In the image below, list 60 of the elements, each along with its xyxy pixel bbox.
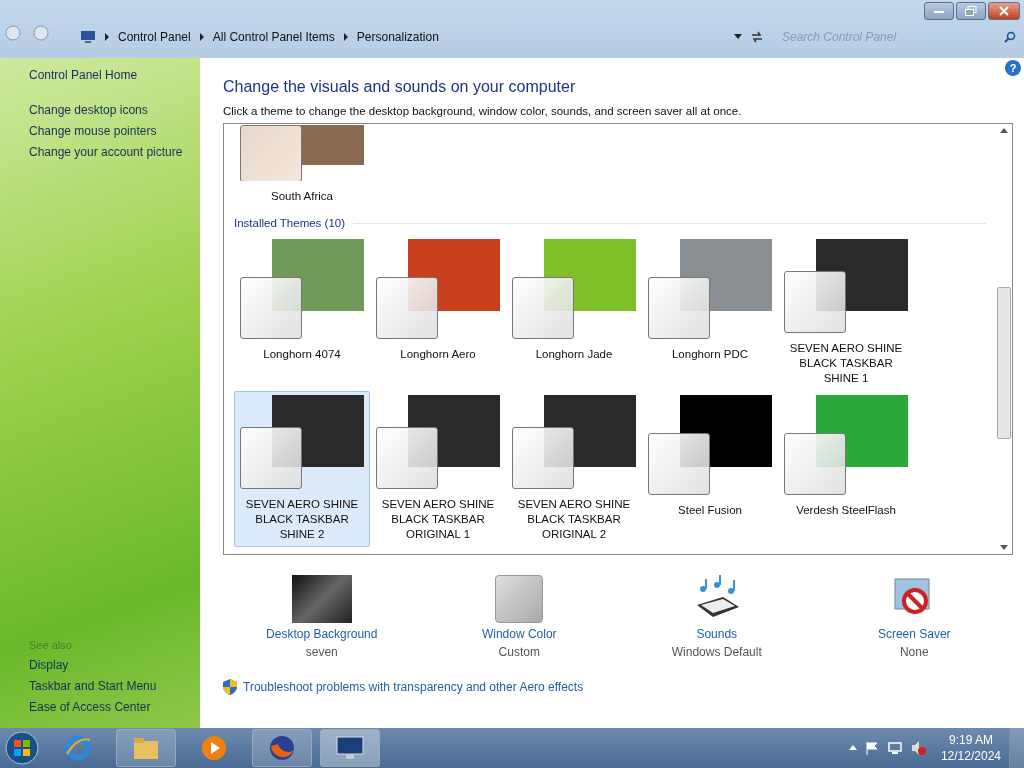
setting-link[interactable]: Desktop Background [266, 627, 378, 641]
setting-link[interactable]: Window Color [481, 627, 557, 641]
theme-tile[interactable]: SEVEN AERO SHINE BLACK TASKBAR ORIGINAL 1 [370, 391, 506, 547]
setting-value: seven [305, 645, 338, 659]
theme-tile[interactable]: South Africa [234, 124, 370, 209]
tray-arrow-icon[interactable] [848, 745, 857, 751]
group-heading: Installed Themes (10) [234, 217, 345, 229]
sidebar-link[interactable]: Change desktop icons [29, 103, 200, 117]
scroll-down-icon[interactable] [1000, 545, 1008, 550]
control-panel-home-link[interactable]: Control Panel Home [29, 68, 200, 82]
dropdown-icon[interactable] [734, 34, 742, 40]
setting-value: None [899, 645, 929, 659]
theme-tile[interactable]: Longhorn 4074 [234, 235, 370, 391]
refresh-icon[interactable] [750, 30, 764, 44]
theme-tile[interactable]: SEVEN AERO SHINE BLACK TASKBAR SHINE 2 [234, 391, 370, 547]
window-color-swatch[interactable] [495, 575, 544, 623]
theme-tile[interactable]: SEVEN AERO SHINE BLACK TASKBAR ORIGINAL 2 [506, 391, 642, 547]
flag-icon[interactable] [864, 741, 879, 755]
theme-tile[interactable]: Longhorn PDC [642, 235, 778, 391]
theme-tile[interactable]: Longhorn Jade [506, 235, 642, 391]
chevron-icon [198, 33, 205, 41]
close-icon [998, 6, 1010, 16]
page-title: Change the visuals and sounds on your computer [223, 78, 577, 96]
sidebar-link[interactable]: Ease of Access Center [29, 700, 200, 714]
monitor-icon [80, 30, 96, 44]
see-also-heading: See also [29, 639, 73, 651]
minimize-icon [933, 8, 945, 14]
theme-tile[interactable]: Verdesh SteelFlash [778, 391, 914, 547]
restore-icon [965, 6, 977, 16]
theme-tile[interactable]: Longhorn Aero [370, 235, 506, 391]
theme-tile[interactable]: Steel Fusion [642, 391, 778, 547]
chevron-icon [342, 33, 349, 41]
start-button[interactable] [4, 730, 40, 766]
chevron-icon [104, 33, 110, 41]
wallpaper-thumbnail[interactable] [291, 575, 352, 623]
setting-link[interactable]: Screen Saver [877, 627, 951, 641]
scroll-up-icon[interactable] [1000, 128, 1008, 133]
muted-speaker-icon[interactable] [910, 740, 927, 756]
minimize-button[interactable] [924, 2, 954, 20]
page-subtitle: Click a theme to change the desktop background, window color, sounds, and screen saver all at once. [223, 105, 743, 117]
theme-tile[interactable]: SEVEN AERO SHINE BLACK TASKBAR SHINE 1 [778, 235, 914, 391]
help-button[interactable]: ? [1005, 60, 1021, 76]
sidebar-link[interactable]: Change mouse pointers [29, 124, 200, 138]
breadcrumb-link[interactable]: All Control Panel Items [212, 30, 335, 44]
close-button[interactable] [988, 2, 1020, 20]
setting-value: Custom [498, 645, 540, 659]
breadcrumb-link[interactable]: Personalization [356, 30, 439, 44]
sidebar-link[interactable]: Display [29, 658, 200, 672]
breadcrumb-link[interactable]: Control Panel [118, 30, 191, 44]
shield-icon [223, 679, 237, 695]
setting-link[interactable]: Sounds [696, 627, 738, 641]
setting-value: Windows Default [671, 645, 762, 659]
monitor-taskbar-icon[interactable] [320, 729, 380, 767]
scrollbar-thumb[interactable] [997, 287, 1011, 439]
search-icon[interactable] [1004, 31, 1016, 43]
sidebar-link[interactable]: Taskbar and Start Menu [29, 679, 200, 693]
clock[interactable]: 9:19 AM 12/12/2024 [940, 732, 1001, 764]
troubleshoot-link[interactable]: Troubleshoot problems with transparency and other Aero effects [243, 680, 584, 694]
sidebar-link[interactable]: Change your account picture [29, 145, 200, 159]
restore-button[interactable] [956, 2, 986, 20]
